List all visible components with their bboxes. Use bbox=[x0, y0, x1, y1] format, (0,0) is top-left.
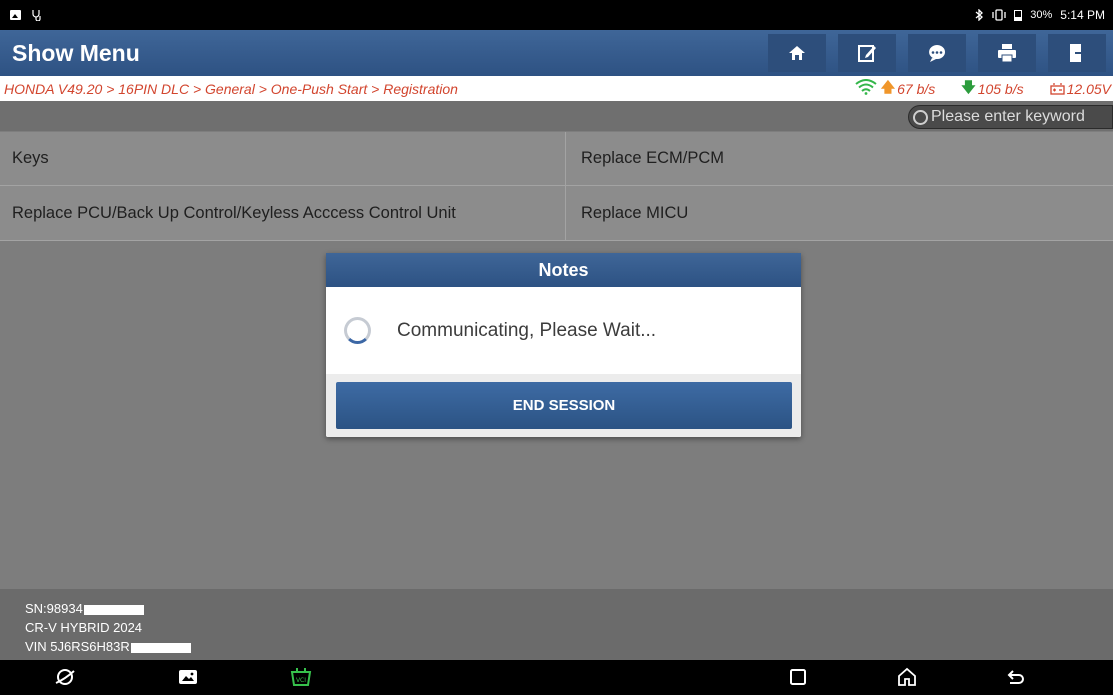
vci-button[interactable]: VCI bbox=[286, 665, 316, 689]
breadcrumb: HONDA V49.20 > 16PIN DLC > General > One… bbox=[4, 80, 458, 97]
breadcrumb-bar: HONDA V49.20 > 16PIN DLC > General > One… bbox=[0, 76, 1113, 101]
download-rate: 🡇 105 b/s bbox=[961, 77, 1023, 101]
home-button[interactable] bbox=[768, 34, 826, 72]
page-title: Show Menu bbox=[12, 39, 140, 66]
square-icon bbox=[790, 669, 806, 685]
app-header: Show Menu bbox=[0, 30, 1113, 76]
wifi-icon bbox=[855, 78, 877, 99]
battery-icon bbox=[1014, 9, 1023, 21]
menu-row: Replace PCU/Back Up Control/Keyless Accc… bbox=[0, 186, 1113, 241]
car-battery-icon bbox=[1049, 82, 1065, 95]
menu-item-replace-micu[interactable]: Replace MICU bbox=[565, 186, 1113, 240]
gallery-button[interactable] bbox=[173, 665, 203, 689]
vibrate-icon bbox=[992, 9, 1006, 21]
loading-spinner-icon bbox=[344, 317, 371, 344]
serial-number: SN:98934 bbox=[25, 601, 83, 616]
dialog-body: Communicating, Please Wait... bbox=[326, 287, 801, 374]
chat-icon bbox=[929, 45, 946, 62]
vci-connector-icon: VCI bbox=[290, 668, 312, 686]
download-arrow-icon: 🡇 bbox=[961, 78, 976, 95]
home-nav-button[interactable] bbox=[892, 665, 922, 689]
navigation-bar: VCI bbox=[0, 660, 1113, 695]
end-session-button[interactable]: END SESSION bbox=[336, 382, 792, 429]
voltage-readout: 12.05V bbox=[1049, 81, 1111, 97]
redaction-mask bbox=[83, 604, 144, 615]
svg-text:VCI: VCI bbox=[296, 677, 306, 684]
notes-dialog: Notes Communicating, Please Wait... END … bbox=[326, 253, 801, 437]
search-icon bbox=[913, 109, 928, 125]
bluetooth-icon bbox=[975, 9, 984, 21]
dialog-footer: END SESSION bbox=[326, 374, 801, 437]
clock: 5:14 PM bbox=[1060, 8, 1105, 22]
home-icon bbox=[789, 46, 805, 60]
connection-stats: 🡅 67 b/s 🡇 105 b/s 12.05V bbox=[855, 77, 1113, 101]
recents-button[interactable] bbox=[783, 665, 813, 689]
menu-item-keys[interactable]: Keys bbox=[0, 132, 565, 185]
function-menu: Keys Replace ECM/PCM Replace PCU/Back Up… bbox=[0, 131, 1113, 241]
screen: 30% 5:14 PM Show Menu HONDA V49.20 > 16P… bbox=[0, 0, 1113, 695]
menu-row: Keys Replace ECM/PCM bbox=[0, 131, 1113, 186]
planet-icon bbox=[55, 669, 75, 685]
home-outline-icon bbox=[898, 667, 916, 686]
vin-number: VIN 5J6RS6H83R bbox=[25, 639, 130, 654]
chat-button[interactable] bbox=[908, 34, 966, 72]
status-bar: 30% 5:14 PM bbox=[0, 0, 1113, 30]
upload-arrow-icon: 🡅 bbox=[880, 78, 896, 95]
browser-button[interactable] bbox=[50, 665, 80, 689]
diagnostic-notification-icon bbox=[32, 10, 41, 21]
exit-button[interactable] bbox=[1048, 34, 1106, 72]
search-input[interactable]: Please enter keyword bbox=[908, 105, 1113, 129]
print-icon bbox=[998, 44, 1016, 63]
edit-icon bbox=[858, 45, 876, 62]
print-button[interactable] bbox=[978, 34, 1036, 72]
gallery-icon bbox=[179, 670, 197, 684]
vehicle-model: CR-V HYBRID 2024 bbox=[25, 620, 143, 635]
search-row: Please enter keyword bbox=[0, 101, 1113, 131]
gallery-notification-icon bbox=[10, 10, 21, 20]
back-arrow-icon bbox=[1007, 670, 1024, 684]
battery-level: 30% bbox=[1030, 9, 1053, 21]
toolbar bbox=[766, 30, 1113, 76]
exit-icon bbox=[1070, 44, 1087, 62]
menu-item-replace-pcu[interactable]: Replace PCU/Back Up Control/Keyless Accc… bbox=[0, 186, 565, 240]
upload-rate: 🡅 67 b/s bbox=[881, 77, 936, 101]
dialog-message: Communicating, Please Wait... bbox=[397, 319, 657, 341]
search-placeholder: Please enter keyword bbox=[931, 108, 1085, 125]
vehicle-info: SN:98934 CR-V HYBRID 2024 VIN 5J6RS6H83R bbox=[0, 589, 1113, 660]
edit-button[interactable] bbox=[838, 34, 896, 72]
back-button[interactable] bbox=[1001, 665, 1031, 689]
redaction-mask bbox=[130, 642, 191, 653]
menu-item-replace-ecm-pcm[interactable]: Replace ECM/PCM bbox=[565, 132, 1113, 185]
dialog-title: Notes bbox=[326, 253, 801, 287]
